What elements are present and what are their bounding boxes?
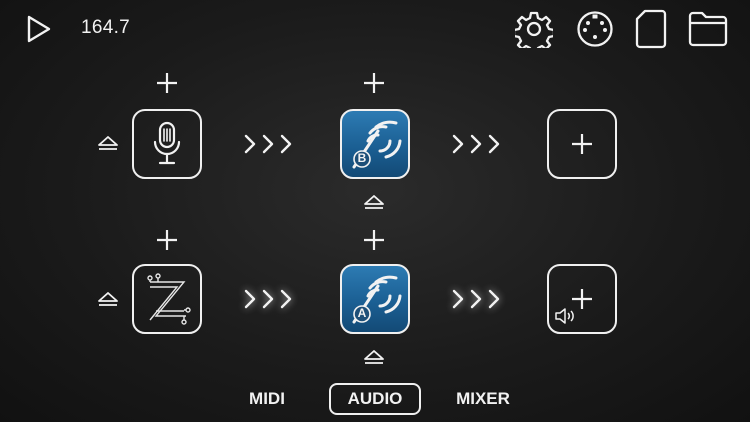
chevrons-right-icon [244, 133, 296, 155]
add-input-button[interactable] [156, 229, 178, 251]
gear-icon [515, 11, 553, 48]
eject-icon [98, 292, 118, 306]
tab-mixer[interactable]: MIXER [447, 383, 519, 415]
plus-icon [572, 134, 592, 154]
folder-icon [688, 11, 728, 47]
microphone-icon [153, 121, 181, 165]
speaker-icon [555, 308, 574, 324]
app-badge: B [357, 151, 367, 165]
eject-button[interactable] [97, 136, 119, 152]
add-effect-button[interactable] [363, 229, 385, 251]
input-slot[interactable] [132, 264, 202, 334]
eject-button[interactable] [363, 350, 385, 366]
midi-connector-icon [577, 11, 613, 47]
document-button[interactable] [634, 9, 668, 49]
effect-app-slot[interactable]: B [340, 109, 410, 179]
eject-icon [364, 350, 384, 364]
eject-icon [364, 195, 384, 209]
app-icon [352, 120, 402, 169]
add-effect-button[interactable] [363, 72, 385, 94]
output-slot[interactable] [547, 264, 617, 334]
chevrons-right-icon [452, 288, 504, 310]
folder-button[interactable] [687, 10, 729, 48]
document-icon [635, 9, 667, 49]
plus-icon [364, 230, 384, 250]
add-input-button[interactable] [156, 72, 178, 94]
play-button[interactable] [26, 15, 52, 43]
tab-midi[interactable]: MIDI [237, 383, 297, 415]
settings-button[interactable] [515, 10, 553, 48]
chevrons-right-icon [452, 133, 504, 155]
chevrons-right-icon [244, 288, 296, 310]
plus-icon [364, 73, 384, 93]
play-icon [27, 15, 51, 43]
input-slot[interactable] [132, 109, 202, 179]
eject-icon [98, 136, 118, 150]
midi-button[interactable] [576, 10, 614, 48]
app-icon [352, 275, 402, 324]
plus-icon [157, 73, 177, 93]
eject-button[interactable] [97, 292, 119, 308]
effect-app-slot[interactable]: A [340, 264, 410, 334]
tempo-display[interactable]: 164.7 [81, 17, 130, 39]
z-circuit-icon [147, 273, 191, 325]
app-badge: A [357, 306, 367, 320]
tab-audio[interactable]: AUDIO [329, 383, 421, 415]
plus-icon [157, 230, 177, 250]
output-slot[interactable] [547, 109, 617, 179]
eject-button[interactable] [363, 195, 385, 211]
